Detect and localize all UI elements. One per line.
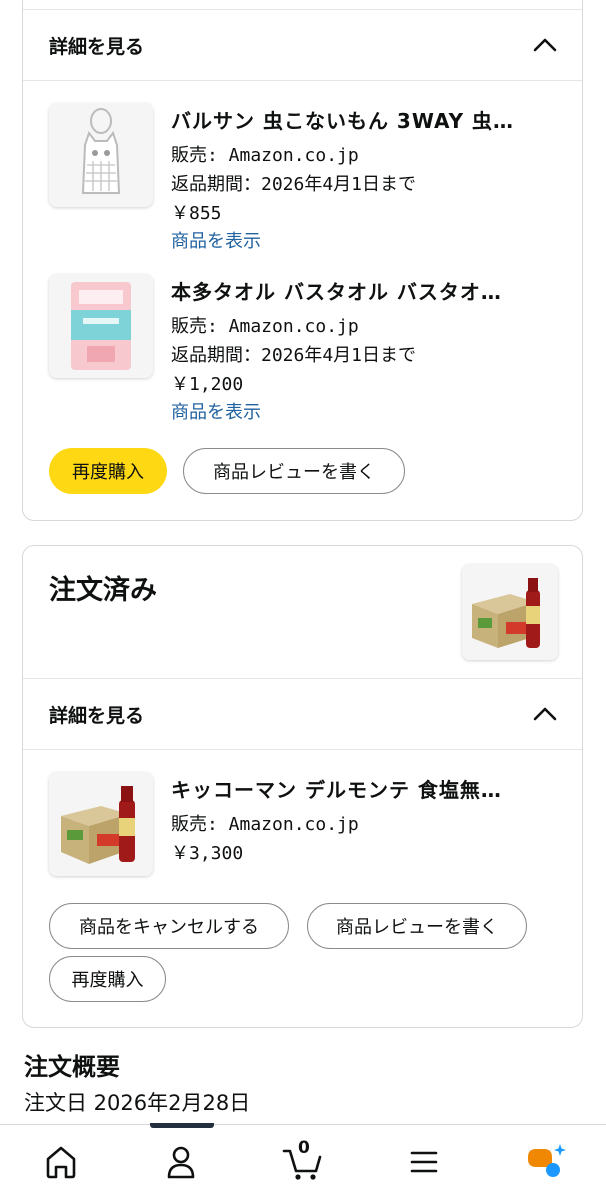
order-summary-title: 注文概要	[24, 1053, 120, 1081]
view-product-link[interactable]: 商品を表示	[171, 398, 261, 424]
cart-count: 0	[298, 1138, 310, 1158]
details-toggle[interactable]: 詳細を見る	[23, 9, 582, 81]
order-card-ordered: 注文済み 詳細を見る キッコーマン デルモンテ 食塩無… 販売: Amazon.…	[22, 545, 583, 1028]
return-window-text: 返品期間：2026年4月1日まで	[171, 174, 417, 195]
nav-rufus-button[interactable]	[520, 1137, 570, 1187]
price-text: ￥1,200	[171, 374, 244, 395]
view-product-link[interactable]: 商品を表示	[171, 227, 261, 253]
rufus-icon	[528, 1144, 566, 1177]
nav-home-button[interactable]	[36, 1137, 86, 1187]
chevron-up-icon	[533, 707, 557, 721]
product-image-delmonte[interactable]	[49, 772, 153, 876]
buy-again-button[interactable]: 再度購入	[49, 448, 167, 494]
nav-account-button[interactable]	[156, 1137, 206, 1187]
order-item: バルサン 虫こないもん 3WAY 虫… 販売: Amazon.co.jp 返品期…	[49, 103, 562, 253]
price-text: ￥855	[171, 203, 222, 224]
chevron-up-icon	[533, 38, 557, 52]
details-toggle-label: 詳細を見る	[49, 705, 145, 727]
order-item: 本多タオル バスタオル バスタオ… 販売: Amazon.co.jp 返品期間：…	[49, 274, 562, 424]
return-window-text: 返品期間：2026年4月1日まで	[171, 345, 417, 366]
product-image-towel[interactable]	[49, 274, 153, 378]
bottom-nav: 0	[0, 1123, 606, 1201]
price-text: ￥3,300	[171, 843, 244, 864]
product-title[interactable]: バルサン 虫こないもん 3WAY 虫…	[171, 105, 583, 134]
product-image-balsan[interactable]	[49, 103, 153, 207]
active-tab-indicator	[150, 1123, 214, 1128]
product-title[interactable]: 本多タオル バスタオル バスタオ…	[171, 276, 583, 305]
order-date-text: 注文日 2026年2月28日	[24, 1091, 251, 1115]
nav-cart-button[interactable]: 0	[278, 1137, 328, 1187]
menu-icon	[410, 1151, 438, 1173]
account-icon	[167, 1146, 195, 1179]
cancel-item-button[interactable]: 商品をキャンセルする	[49, 903, 289, 949]
product-title[interactable]: キッコーマン デルモンテ 食塩無…	[171, 774, 583, 803]
seller-text: 販売: Amazon.co.jp	[171, 316, 359, 337]
buy-again-button[interactable]: 再度購入	[49, 956, 166, 1002]
order-thumbnail[interactable]	[462, 564, 558, 660]
order-item: キッコーマン デルモンテ 食塩無… 販売: Amazon.co.jp ￥3,30…	[49, 772, 562, 922]
home-icon	[46, 1146, 76, 1179]
nav-menu-button[interactable]	[399, 1137, 449, 1187]
write-review-button[interactable]: 商品レビューを書く	[307, 903, 527, 949]
write-review-button[interactable]: 商品レビューを書く	[183, 448, 405, 494]
seller-text: 販売: Amazon.co.jp	[171, 145, 359, 166]
order-card-delivered: 詳細を見る バルサン 虫こないもん 3WAY 虫… 販売: Amazon.co.…	[22, 0, 583, 521]
details-toggle[interactable]: 詳細を見る	[23, 678, 582, 750]
order-status: 注文済み	[49, 575, 157, 606]
details-toggle-label: 詳細を見る	[49, 36, 145, 58]
seller-text: 販売: Amazon.co.jp	[171, 814, 359, 835]
